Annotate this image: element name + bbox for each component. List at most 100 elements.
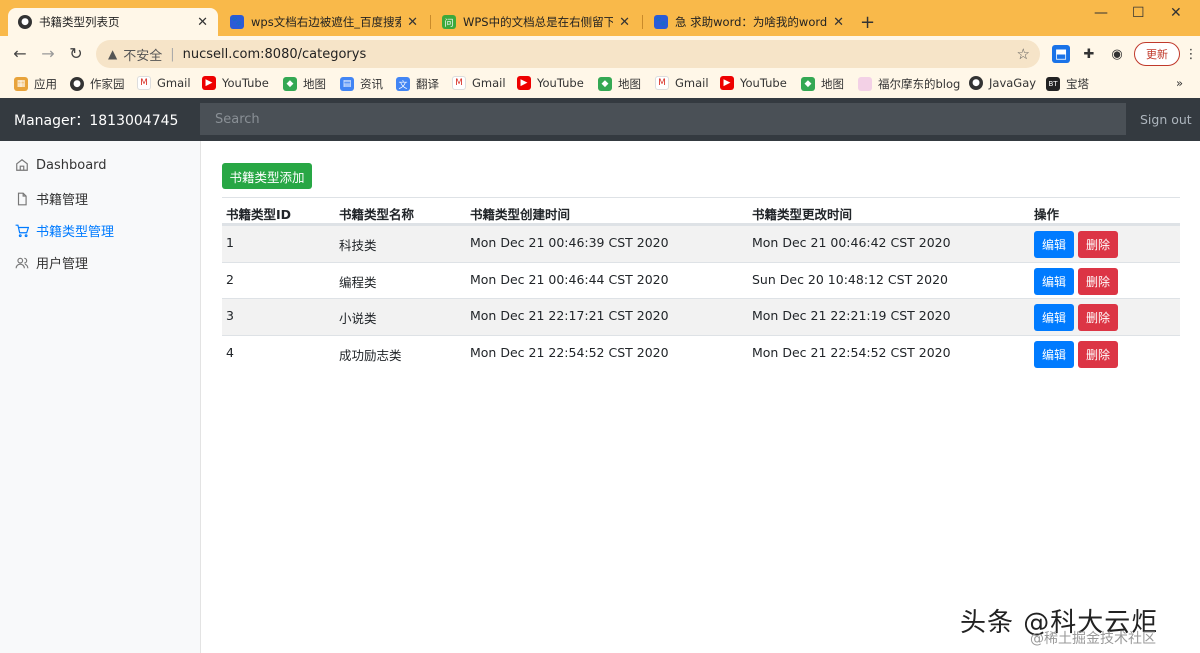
app-navbar: Manager：1813004745 Sign out [0,98,1200,141]
reload-icon[interactable]: ↻ [62,44,90,63]
close-window-icon[interactable]: ✕ [1170,5,1182,21]
insecure-label: 不安全 [123,48,163,64]
browser-tab-strip: ● 书籍类型列表页 ✕ 🐾 wps文档右边被遮住_百度搜索 ✕ 问 WPS中的文… [0,0,1200,36]
update-button[interactable]: 更新 [1134,42,1180,66]
close-tab-icon[interactable]: ✕ [407,15,418,30]
cell-name: 成功励志类 [339,348,402,363]
sidebar-item-label: 书籍类型管理 [36,225,115,240]
forward-arrow-icon[interactable]: → [34,44,62,63]
tab-wps-question[interactable]: 问 WPS中的文档总是在右侧留下空白 ✕ [432,8,640,36]
tab-baidu-search-2[interactable]: 🐾 急 求助word：为啥我的word打开 ✕ [644,8,854,36]
close-tab-icon[interactable]: ✕ [619,15,630,30]
cell-name: 科技类 [339,238,377,253]
bookmark-maps[interactable]: ◆ 地图 [283,76,326,92]
home-icon [14,157,30,173]
cell-created: Mon Dec 21 00:46:44 CST 2020 [470,272,669,287]
sidebar-item-users[interactable]: 用户管理 [14,253,88,272]
bookmark-label: 地图 [303,77,326,91]
tab-book-category-list[interactable]: ● 书籍类型列表页 ✕ [8,8,218,36]
cell-created: Mon Dec 21 22:54:52 CST 2020 [470,345,669,360]
map-pin-icon: ◆ [283,77,297,91]
bookmark-label: Gmail [675,76,709,90]
bookmark-zuojiayuan[interactable]: ● 作家园 [70,76,125,92]
bookmark-label: 地图 [618,77,641,91]
edit-button[interactable]: 编辑 [1034,304,1074,331]
cell-updated: Mon Dec 21 22:54:52 CST 2020 [752,345,951,360]
sign-out-link[interactable]: Sign out [1140,112,1192,127]
extension-app-icon[interactable]: ⬒ [1052,45,1070,63]
table-header-row: 书籍类型ID 书籍类型名称 书籍类型创建时间 书籍类型更改时间 操作 [222,197,1180,225]
gmail-icon: M [137,76,151,90]
sidebar-item-dashboard[interactable]: Dashboard [14,157,107,173]
puzzle-extensions-icon[interactable]: ✚ [1080,45,1098,63]
tab-baidu-search-1[interactable]: 🐾 wps文档右边被遮住_百度搜索 ✕ [220,8,428,36]
baidu-paw-icon: 🐾 [230,15,244,29]
cell-id: 3 [226,308,234,323]
address-bar[interactable]: ▲ 不安全 | nucsell.com:8080/categorys ☆ [96,40,1040,68]
bookmark-translate[interactable]: 文翻译 [396,76,439,92]
gmail-icon: M [452,76,466,90]
tab-title: 书籍类型列表页 [39,15,120,29]
cell-updated: Sun Dec 20 10:48:12 CST 2020 [752,272,948,287]
bookmark-maps[interactable]: ◆ 地图 [598,76,641,92]
bookmark-youtube[interactable]: ▶ YouTube [202,76,269,90]
sidebar-item-label: Dashboard [36,157,107,173]
bookmark-javagay[interactable]: ● JavaGay [969,76,1036,90]
delete-button[interactable]: 删除 [1078,268,1118,295]
bookmark-gmail[interactable]: M Gmail [137,76,191,90]
sidebar-item-books[interactable]: 书籍管理 [14,189,88,208]
search-input[interactable] [200,103,1126,135]
close-tab-icon[interactable]: ✕ [197,15,208,30]
address-separator: | [170,46,175,62]
tab-divider [642,15,643,29]
column-header-updated: 书籍类型更改时间 [752,207,853,222]
browser-toolbar: ← → ↻ ▲ 不安全 | nucsell.com:8080/categorys… [0,36,1200,72]
profile-avatar-icon[interactable]: ◉ [1108,45,1126,63]
close-tab-icon[interactable]: ✕ [833,15,844,30]
sidebar-item-label: 用户管理 [36,257,89,272]
bookmark-baota[interactable]: BT 宝塔 [1046,76,1089,92]
tab-title: 急 求助word：为啥我的word打开 [675,15,828,29]
bookmark-label: 地图 [821,77,844,91]
more-menu-icon[interactable]: ⋮ [1182,45,1200,63]
column-header-id: 书籍类型ID [226,207,292,222]
delete-button[interactable]: 删除 [1078,231,1118,258]
baidu-paw-icon: 🐾 [654,15,668,29]
bookmark-gmail[interactable]: M Gmail [655,76,709,90]
bookmarks-overflow-button[interactable]: » [1176,76,1183,90]
edit-button[interactable]: 编辑 [1034,268,1074,295]
new-tab-button[interactable]: + [860,12,875,33]
bookmark-maps[interactable]: ◆ 地图 [801,76,844,92]
globe-icon: ● [70,77,84,91]
bt-icon: BT [1046,77,1060,91]
cart-icon [14,223,30,239]
bookmark-label: 福尔摩东的blog [878,77,961,91]
bookmark-label: 资讯 [360,77,383,91]
edit-button[interactable]: 编辑 [1034,231,1074,258]
table-row: 1 科技类 Mon Dec 21 00:46:39 CST 2020 Mon D… [222,225,1180,262]
sidebar-item-book-categories[interactable]: 书籍类型管理 [14,221,114,240]
bookmark-apps[interactable]: ▦ 应用 [14,76,57,92]
table-row: 2 编程类 Mon Dec 21 00:46:44 CST 2020 Sun D… [222,262,1180,299]
maximize-icon[interactable]: ☐ [1132,5,1145,21]
minimize-icon[interactable]: — [1094,5,1108,21]
bookmark-news[interactable]: ▤ 资讯 [340,76,383,92]
warning-triangle-icon: ▲ [108,47,118,61]
url-text: nucsell.com:8080/categorys [182,46,367,62]
bookmark-star-icon[interactable]: ☆ [1017,45,1030,63]
map-pin-icon: ◆ [801,77,815,91]
manager-brand[interactable]: Manager：1813004745 [14,110,178,130]
bookmark-gmail[interactable]: M Gmail [452,76,506,90]
delete-button[interactable]: 删除 [1078,341,1118,368]
delete-button[interactable]: 删除 [1078,304,1118,331]
bookmark-blog[interactable]: 福尔摩东的blog [858,76,960,92]
add-book-category-button[interactable]: 书籍类型添加 [222,163,312,189]
bookmark-youtube[interactable]: ▶ YouTube [517,76,584,90]
column-header-created: 书籍类型创建时间 [470,207,571,222]
bookmark-youtube[interactable]: ▶ YouTube [720,76,787,90]
back-arrow-icon[interactable]: ← [6,44,34,63]
gmail-icon: M [655,76,669,90]
edit-button[interactable]: 编辑 [1034,341,1074,368]
youtube-icon: ▶ [517,76,531,90]
youtube-icon: ▶ [720,76,734,90]
